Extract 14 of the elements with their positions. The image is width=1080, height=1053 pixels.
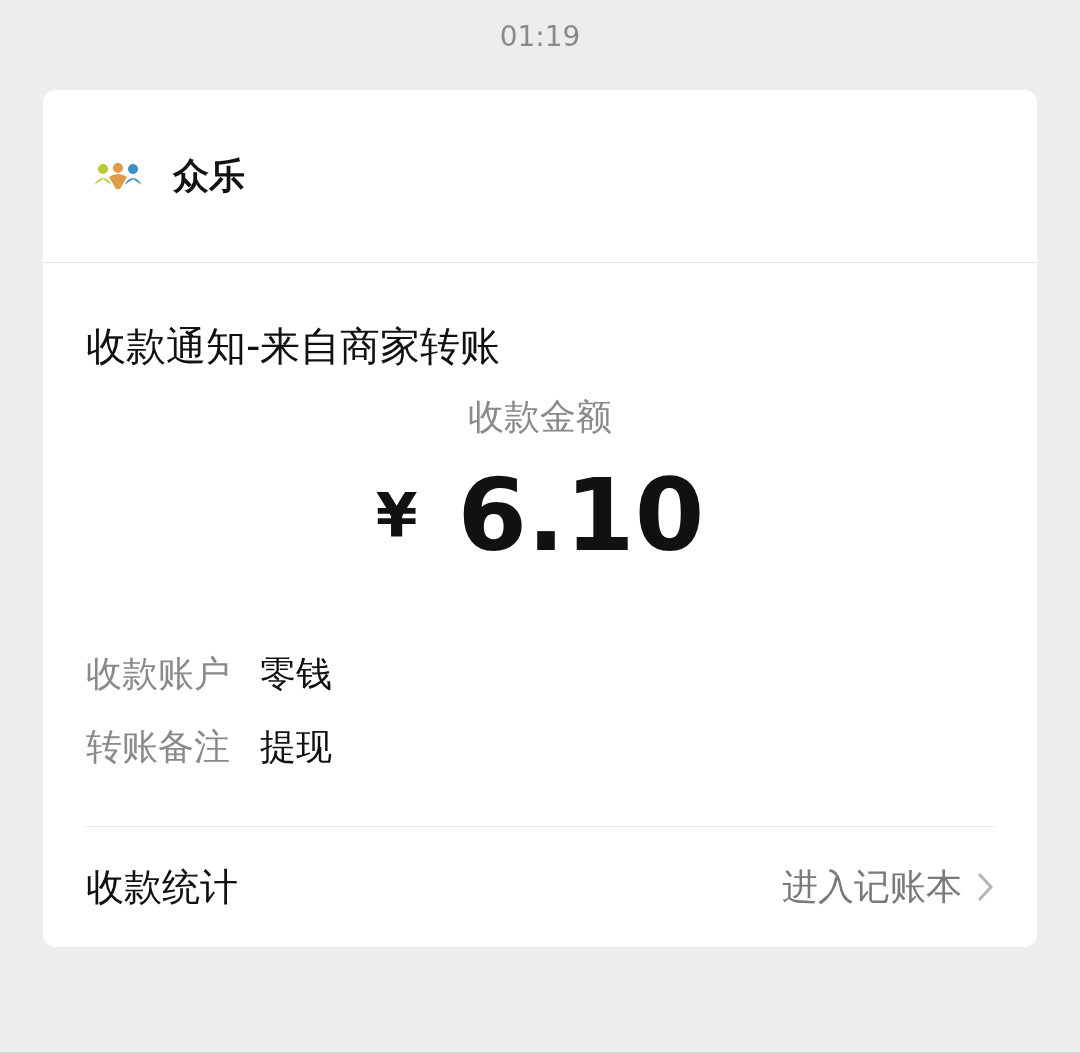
- detail-value: 提现: [260, 725, 332, 769]
- notification-title: 收款通知-来自商家转账: [86, 322, 502, 371]
- amount-value: 6.10: [457, 456, 705, 574]
- currency-symbol: ¥: [375, 480, 418, 550]
- ledger-link[interactable]: 进入记账本: [782, 862, 994, 912]
- detail-value: 零钱: [260, 652, 332, 696]
- people-icon: [93, 163, 143, 189]
- timestamp: 01:19: [499, 19, 581, 55]
- chevron-right-icon: [976, 871, 994, 903]
- statistics-label: 收款统计: [86, 863, 238, 911]
- detail-label: 转账备注: [86, 725, 230, 769]
- amount-label: 收款金额: [467, 395, 613, 439]
- detail-label: 收款账户: [86, 652, 230, 696]
- sender-name: 众乐: [173, 153, 245, 198]
